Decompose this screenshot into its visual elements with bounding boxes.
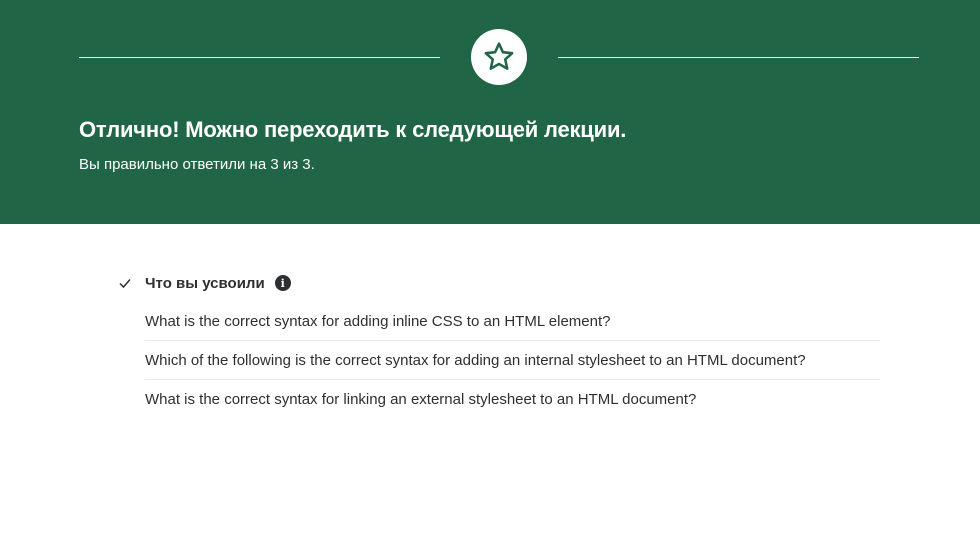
list-item: Which of the following is the correct sy…: [145, 341, 880, 380]
learned-header[interactable]: Что вы усвоили i: [118, 272, 880, 294]
star-icon: [484, 42, 514, 70]
list-item: What is the correct syntax for linking a…: [145, 391, 697, 408]
star-badge: [471, 29, 527, 85]
check-icon: [118, 276, 145, 290]
divider-left: [79, 57, 440, 58]
question-list: What is the correct syntax for adding in…: [145, 302, 880, 419]
result-score: Вы правильно ответили на 3 из 3.: [79, 156, 315, 173]
info-icon[interactable]: i: [274, 275, 291, 291]
result-banner: Отлично! Можно переходить к следующей ле…: [0, 0, 980, 224]
learned-title: Что вы усвоили: [145, 274, 265, 292]
divider-right: [558, 57, 919, 58]
learned-section: Что вы усвоили i What is the correct syn…: [118, 272, 880, 419]
list-item: What is the correct syntax for adding in…: [145, 302, 880, 341]
result-title: Отлично! Можно переходить к следующей ле…: [79, 117, 627, 142]
